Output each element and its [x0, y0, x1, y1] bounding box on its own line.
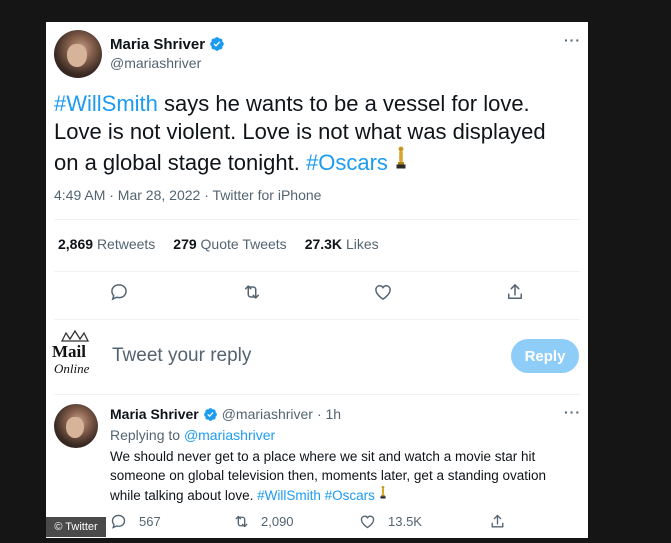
- oscar-trophy-icon: [396, 146, 406, 169]
- reply-author-handle[interactable]: @mariashriver: [222, 406, 313, 422]
- reply-action-reply[interactable]: 567: [110, 513, 161, 530]
- divider: [54, 271, 580, 272]
- author-handle[interactable]: @mariashriver: [110, 55, 201, 71]
- tweet-timestamp[interactable]: 4:49 AM · Mar 28, 2022 · Twitter for iPh…: [54, 187, 321, 203]
- reply-time[interactable]: · 1h: [317, 406, 341, 422]
- verified-badge-icon: [210, 37, 224, 51]
- more-options-icon[interactable]: ···: [564, 32, 581, 48]
- quote-tweets-stat[interactable]: 279 Quote Tweets: [173, 236, 286, 252]
- reply-hashtag-oscars[interactable]: #Oscars: [325, 488, 375, 503]
- replying-to-handle[interactable]: @mariashriver: [184, 427, 275, 443]
- author-name[interactable]: Maria Shriver: [110, 36, 205, 53]
- author-name-row: Maria Shriver: [110, 34, 225, 54]
- like-count: 13.5K: [388, 514, 422, 529]
- tweet-stats: 2,869 Retweets 279 Quote Tweets 27.3K Li…: [58, 236, 379, 252]
- mailonline-logo: Mail Online: [52, 330, 98, 376]
- tweet-screenshot-card: Maria Shriver @mariashriver ··· #WillSmi…: [46, 22, 588, 538]
- retweets-stat[interactable]: 2,869 Retweets: [58, 236, 155, 252]
- retweet-count: 2,090: [261, 514, 294, 529]
- replying-to-label: Replying to: [110, 427, 181, 443]
- reply-button[interactable]: Reply: [511, 339, 579, 373]
- hashtag-oscars[interactable]: #Oscars: [306, 150, 388, 175]
- replying-to-line: Replying to @mariashriver: [110, 427, 275, 443]
- share-icon[interactable]: [504, 281, 526, 303]
- crest-icon: [60, 330, 90, 342]
- share-icon: [491, 514, 504, 528]
- likes-stat[interactable]: 27.3K Likes: [305, 236, 379, 252]
- like-icon: [360, 515, 375, 529]
- logo-text-mail: Mail: [52, 342, 86, 361]
- like-icon[interactable]: [372, 281, 394, 303]
- author-avatar[interactable]: [54, 30, 102, 78]
- logo-text-online: Online: [54, 361, 90, 376]
- reply-action-retweet[interactable]: 2,090: [232, 513, 294, 530]
- divider: [54, 394, 580, 395]
- divider: [54, 219, 580, 220]
- oscar-trophy-icon: [380, 485, 386, 499]
- reply-action-like[interactable]: 13.5K: [359, 513, 422, 530]
- reply-author-name[interactable]: Maria Shriver: [110, 406, 199, 422]
- reply-tweet-body: We should never get to a place where we …: [110, 447, 580, 505]
- reply-icon[interactable]: [108, 281, 130, 303]
- reply-count: 567: [139, 514, 161, 529]
- twitter-watermark: © Twitter: [46, 517, 106, 537]
- reply-more-options-icon[interactable]: ···: [564, 404, 581, 420]
- reply-hashtag-willsmith[interactable]: #WillSmith: [257, 488, 321, 503]
- reply-author-avatar[interactable]: [54, 404, 98, 448]
- tweet-body: #WillSmith says he wants to be a vessel …: [54, 90, 574, 177]
- reply-icon: [111, 514, 126, 529]
- verified-badge-icon: [203, 407, 217, 421]
- retweet-icon[interactable]: [241, 281, 263, 303]
- hashtag-willsmith[interactable]: #WillSmith: [54, 91, 158, 116]
- reply-action-share[interactable]: [489, 513, 506, 535]
- retweet-icon: [235, 515, 248, 528]
- divider: [54, 319, 580, 320]
- reply-input[interactable]: Tweet your reply: [112, 345, 251, 367]
- reply-author-row: Maria Shriver @mariashriver · 1h: [110, 406, 341, 422]
